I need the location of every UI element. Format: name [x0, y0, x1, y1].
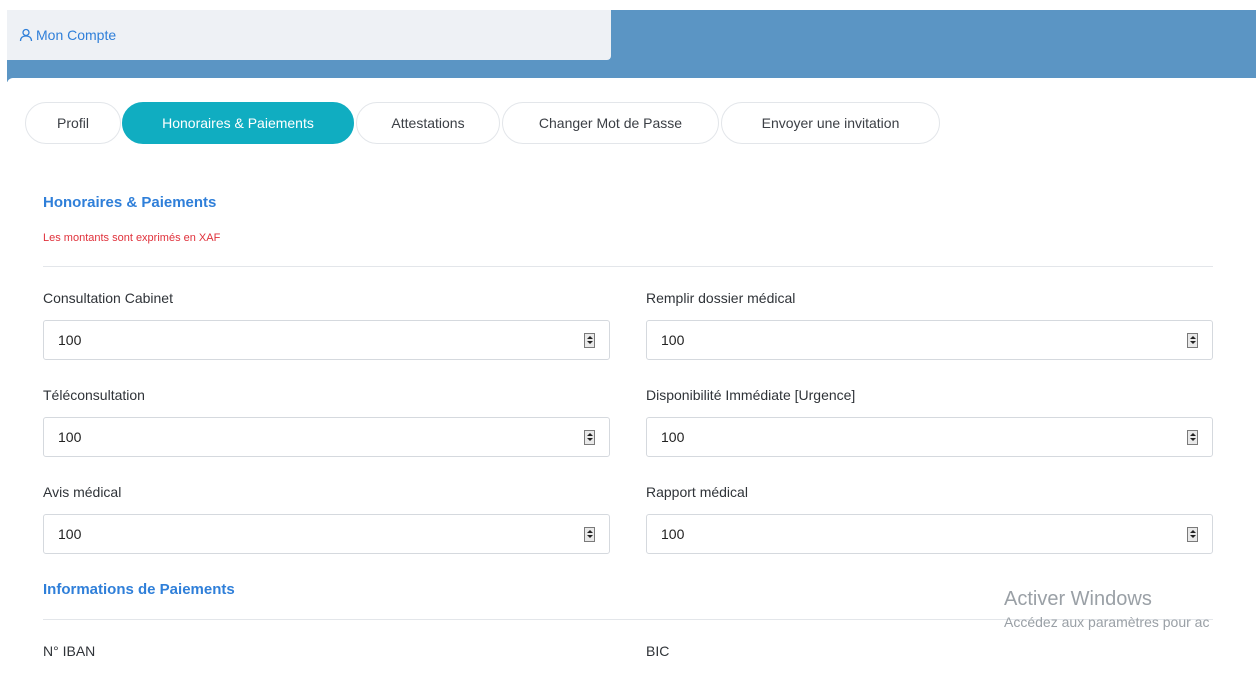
remplir-dossier-input[interactable]: 100 [646, 320, 1213, 360]
tab-changer-mot-de-passe[interactable]: Changer Mot de Passe [502, 102, 719, 144]
avis-medical-value: 100 [58, 526, 82, 542]
rapport-medical-value: 100 [661, 526, 685, 542]
iban-label: N° IBAN [43, 643, 96, 659]
spin-down-icon [1189, 535, 1196, 538]
consultation-cabinet-label: Consultation Cabinet [43, 290, 173, 306]
tab-profil[interactable]: Profil [25, 102, 121, 144]
divider [43, 266, 1213, 267]
breadcrumb-item-mon-compte[interactable]: Mon Compte [19, 27, 116, 43]
teleconsultation-value: 100 [58, 429, 82, 445]
fees-section-title: Honoraires & Paiements [43, 194, 217, 211]
disponibilite-immediate-input[interactable]: 100 [646, 417, 1213, 457]
payment-section-title: Informations de Paiements [43, 581, 235, 598]
spin-up-icon [1189, 336, 1196, 339]
tab-honoraires-paiements[interactable]: Honoraires & Paiements [122, 102, 354, 144]
tab-envoyer-invitation[interactable]: Envoyer une invitation [721, 102, 940, 144]
number-spinner[interactable] [584, 526, 595, 542]
spin-up-icon [586, 530, 593, 533]
bic-label: BIC [646, 643, 670, 659]
disponibilite-immediate-value: 100 [661, 429, 685, 445]
number-spinner[interactable] [1187, 429, 1198, 445]
user-icon [19, 28, 33, 42]
rapport-medical-label: Rapport médical [646, 484, 748, 500]
spin-up-icon [586, 336, 593, 339]
spin-down-icon [1189, 341, 1196, 344]
top-band [0, 0, 1256, 10]
spin-up-icon [1189, 530, 1196, 533]
avis-medical-label: Avis médical [43, 484, 122, 500]
spin-down-icon [1189, 438, 1196, 441]
number-spinner[interactable] [584, 332, 595, 348]
spin-down-icon [586, 535, 593, 538]
tab-attestations[interactable]: Attestations [356, 102, 500, 144]
number-spinner[interactable] [1187, 526, 1198, 542]
teleconsultation-label: Téléconsultation [43, 387, 145, 403]
consultation-cabinet-input[interactable]: 100 [43, 320, 610, 360]
teleconsultation-input[interactable]: 100 [43, 417, 610, 457]
windows-activation-watermark: Activer Windows Accédez aux paramètres p… [1004, 588, 1209, 630]
consultation-cabinet-value: 100 [58, 332, 82, 348]
breadcrumb: Mon Compte [7, 10, 611, 60]
currency-note: Les montants sont exprimés en XAF [43, 232, 221, 244]
breadcrumb-label: Mon Compte [36, 27, 117, 43]
watermark-subtitle: Accédez aux paramètres pour ac [1004, 614, 1210, 630]
spin-up-icon [586, 433, 593, 436]
watermark-title: Activer Windows [1004, 588, 1152, 610]
avis-medical-input[interactable]: 100 [43, 514, 610, 554]
spin-down-icon [586, 438, 593, 441]
disponibilite-immediate-label: Disponibilité Immédiate [Urgence] [646, 387, 856, 403]
remplir-dossier-value: 100 [661, 332, 685, 348]
number-spinner[interactable] [584, 429, 595, 445]
remplir-dossier-label: Remplir dossier médical [646, 290, 796, 306]
spin-up-icon [1189, 433, 1196, 436]
rapport-medical-input[interactable]: 100 [646, 514, 1213, 554]
number-spinner[interactable] [1187, 332, 1198, 348]
spin-down-icon [586, 341, 593, 344]
